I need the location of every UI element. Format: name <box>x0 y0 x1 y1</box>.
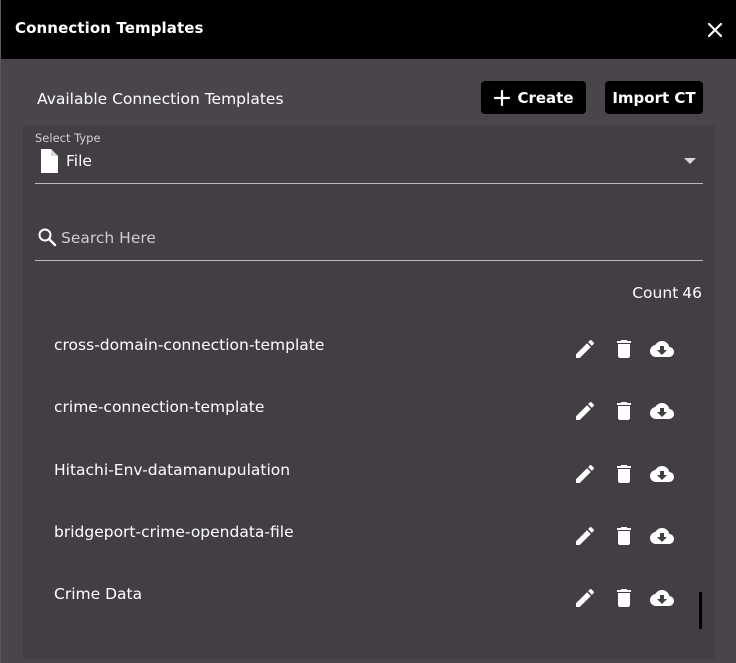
template-count: Count 46 <box>628 284 702 302</box>
pencil-icon <box>576 589 595 608</box>
select-type-label: Select Type <box>35 131 101 145</box>
template-name: Crime Data <box>54 585 143 604</box>
select-type-value: File <box>66 152 92 170</box>
search-field <box>35 221 703 261</box>
template-name: crime-connection-template <box>54 398 265 417</box>
download-button[interactable] <box>650 524 674 548</box>
delete-button[interactable] <box>612 586 636 610</box>
download-button[interactable] <box>650 337 674 361</box>
dialog-title: Connection Templates <box>15 19 204 37</box>
pencil-icon <box>576 339 595 358</box>
download-button[interactable] <box>650 399 674 423</box>
templates-panel: Select Type File Count46 cross-domain-co… <box>23 126 715 659</box>
trash-icon <box>617 464 631 483</box>
edit-button[interactable] <box>573 462 597 486</box>
pencil-icon <box>576 526 595 545</box>
create-button-label: Create <box>517 88 574 107</box>
delete-button[interactable] <box>612 399 636 423</box>
edit-button[interactable] <box>573 524 597 548</box>
search-icon <box>38 228 57 247</box>
trash-icon <box>617 589 631 608</box>
edit-button[interactable] <box>573 399 597 423</box>
count-label: Count <box>632 284 679 302</box>
cloud-download-icon <box>650 590 674 607</box>
trash-icon <box>617 340 631 358</box>
pencil-icon <box>576 464 595 483</box>
count-value: 46 <box>682 284 702 302</box>
template-row[interactable]: Hitachi-Env-datamanupulation <box>23 444 715 498</box>
delete-button[interactable] <box>612 337 636 361</box>
select-type-dropdown[interactable]: File <box>35 148 703 184</box>
template-row[interactable]: bridgeport-crime-opendata-file <box>23 506 715 560</box>
template-row[interactable]: cross-domain-connection-template <box>23 319 715 373</box>
download-button[interactable] <box>650 586 674 610</box>
template-name: bridgeport-crime-opendata-file <box>54 522 294 541</box>
template-row[interactable]: crime-connection-template <box>23 381 715 435</box>
cloud-download-icon <box>650 465 674 482</box>
chevron-down-icon <box>684 158 696 164</box>
create-button[interactable]: Create <box>481 81 586 114</box>
cloud-download-icon <box>650 341 674 357</box>
edit-button[interactable] <box>573 586 597 610</box>
delete-button[interactable] <box>612 524 636 548</box>
close-icon <box>707 22 723 38</box>
file-icon <box>41 149 58 173</box>
connection-templates-dialog: Connection Templates Available Connectio… <box>0 0 736 663</box>
download-button[interactable] <box>650 462 674 486</box>
section-label: Available Connection Templates <box>37 90 284 108</box>
import-button-label: Import CT <box>612 88 696 107</box>
search-input[interactable] <box>61 224 681 252</box>
plus-icon <box>494 89 511 106</box>
pencil-icon <box>576 402 595 421</box>
edit-button[interactable] <box>573 337 597 361</box>
template-name: Hitachi-Env-datamanupulation <box>54 460 291 479</box>
cloud-download-icon <box>650 527 674 544</box>
template-row[interactable]: Crime Data <box>23 568 715 622</box>
cloud-download-icon <box>650 403 674 420</box>
trash-icon <box>617 402 631 421</box>
trash-icon <box>617 526 631 545</box>
close-button[interactable] <box>703 18 727 44</box>
import-ct-button[interactable]: Import CT <box>605 81 703 114</box>
delete-button[interactable] <box>612 462 636 486</box>
dialog-titlebar: Connection Templates <box>1 0 736 59</box>
template-name: cross-domain-connection-template <box>54 336 325 354</box>
scrollbar-thumb[interactable] <box>699 592 702 629</box>
